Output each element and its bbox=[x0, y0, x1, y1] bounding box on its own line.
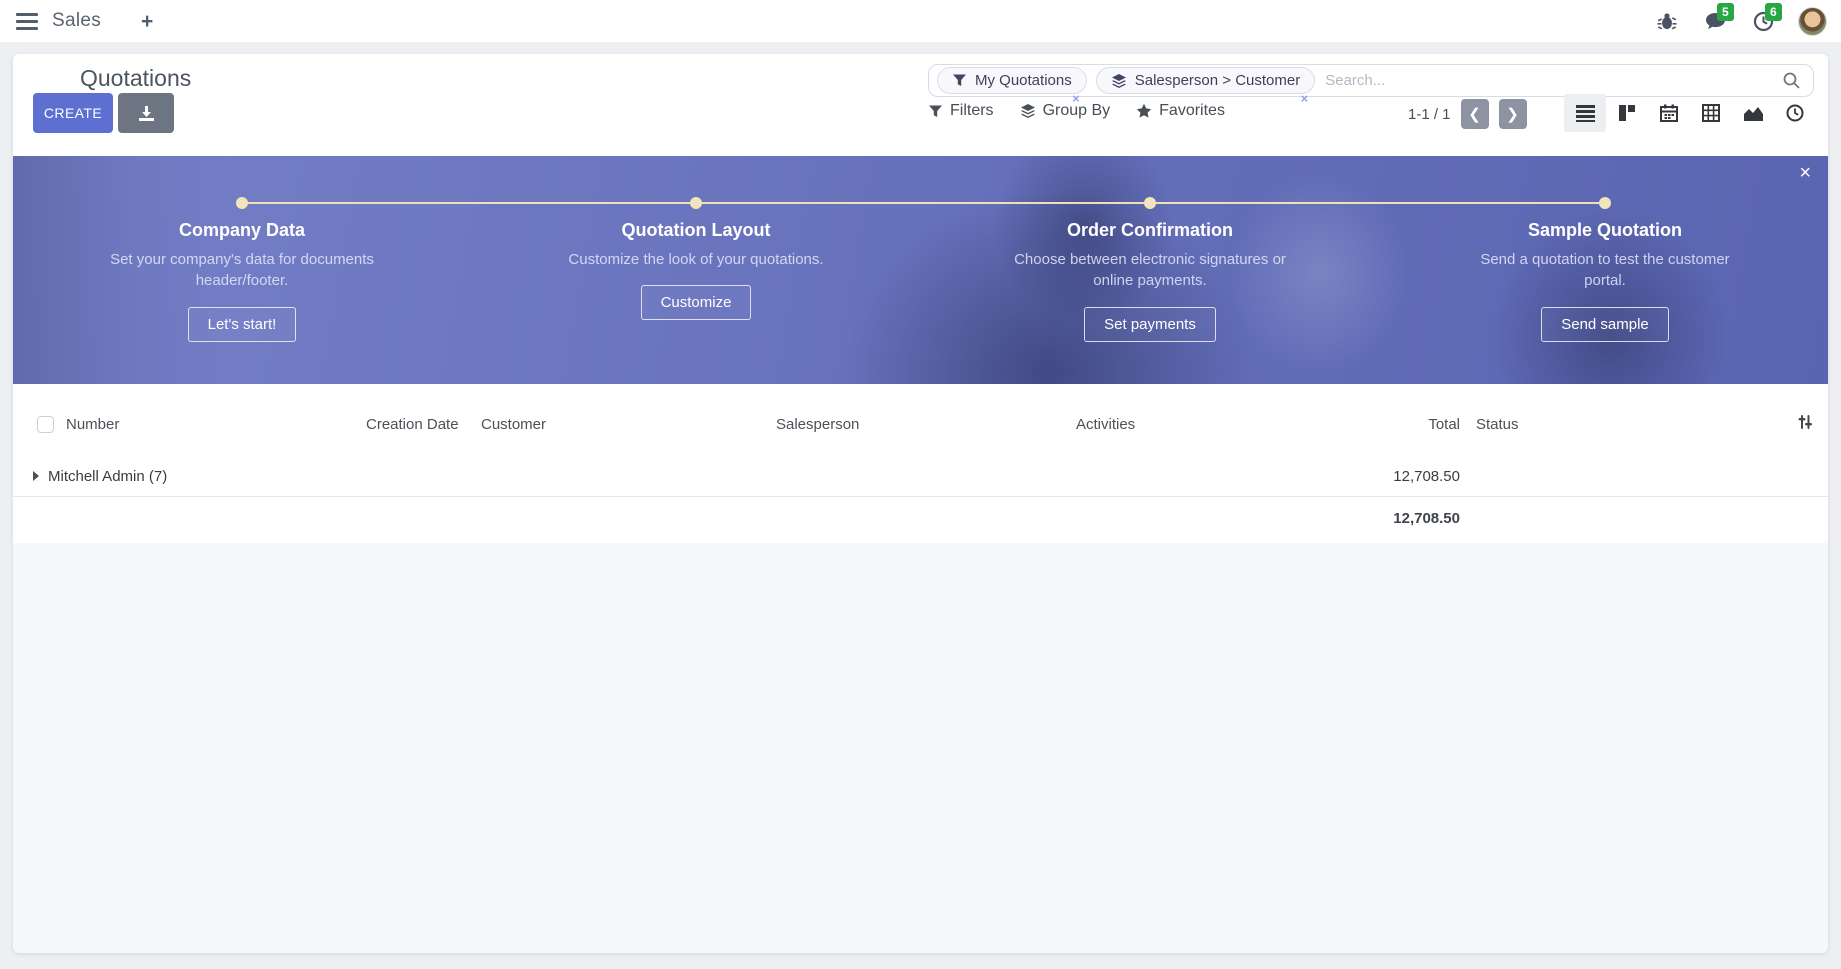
activities-badge: 6 bbox=[1765, 3, 1782, 21]
pager-next-button[interactable]: ❯ bbox=[1499, 99, 1527, 129]
step-description: Send a quotation to test the customer po… bbox=[1463, 249, 1748, 292]
magnifier-icon[interactable] bbox=[1782, 71, 1801, 90]
footer-total: 12,708.50 bbox=[1308, 497, 1468, 544]
messages-icon[interactable]: 5 bbox=[1702, 8, 1728, 34]
optional-columns-button[interactable] bbox=[1788, 384, 1828, 458]
activities-clock-icon[interactable]: 6 bbox=[1750, 8, 1776, 34]
step-description: Set your company's data for documents he… bbox=[100, 249, 385, 292]
group-by-menu-button[interactable]: Group By bbox=[1020, 102, 1111, 120]
table-footer-row: 12,708.50 bbox=[13, 497, 1828, 544]
graph-view-button[interactable] bbox=[1732, 94, 1774, 132]
debug-bug-icon[interactable] bbox=[1654, 8, 1680, 34]
filters-menu-button[interactable]: Filters bbox=[928, 102, 994, 120]
column-header-customer[interactable]: Customer bbox=[473, 384, 768, 458]
view-switcher bbox=[1564, 94, 1816, 132]
timeline-dot bbox=[236, 197, 248, 209]
group-by-label: Group By bbox=[1043, 102, 1111, 120]
facet-remove-icon[interactable]: × bbox=[1301, 91, 1309, 106]
facet-label: My Quotations bbox=[975, 72, 1072, 89]
activity-view-icon bbox=[1786, 104, 1804, 122]
timeline-dot bbox=[690, 197, 702, 209]
column-header-total[interactable]: Total bbox=[1308, 384, 1468, 458]
onboarding-step-company-data: Company Data Set your company's data for… bbox=[77, 220, 407, 342]
star-icon bbox=[1136, 103, 1152, 119]
group-row-mitchell-admin[interactable]: Mitchell Admin (7) 12,708.50 bbox=[13, 458, 1828, 497]
customize-button[interactable]: Customize bbox=[641, 285, 752, 320]
timeline-dot bbox=[1144, 197, 1156, 209]
list-view-icon bbox=[1576, 105, 1595, 122]
calendar-view-button[interactable] bbox=[1648, 94, 1690, 132]
quotations-list: Number Creation Date Customer Salesperso… bbox=[13, 384, 1828, 543]
timeline-dot bbox=[1599, 197, 1611, 209]
pager-previous-button[interactable]: ❮ bbox=[1461, 99, 1489, 129]
list-view-button[interactable] bbox=[1564, 94, 1606, 132]
app-name[interactable]: Sales bbox=[52, 10, 101, 32]
onboarding-banner: Company Data Set your company's data for… bbox=[13, 156, 1828, 384]
kanban-view-button[interactable] bbox=[1606, 94, 1648, 132]
column-header-salesperson[interactable]: Salesperson bbox=[768, 384, 1068, 458]
add-tab-button[interactable]: + bbox=[141, 11, 153, 32]
action-panel: Quotations CREATE My Quotations × bbox=[13, 54, 1828, 953]
group-label: Mitchell Admin (7) bbox=[48, 468, 167, 485]
step-description: Choose between electronic signatures or … bbox=[1008, 249, 1293, 292]
create-button[interactable]: CREATE bbox=[33, 93, 113, 133]
calendar-view-icon bbox=[1660, 104, 1678, 122]
set-payments-button[interactable]: Set payments bbox=[1084, 307, 1216, 342]
activity-view-button[interactable] bbox=[1774, 94, 1816, 132]
group-total: 12,708.50 bbox=[1308, 458, 1468, 497]
onboarding-step-sample-quotation: Sample Quotation Send a quotation to tes… bbox=[1440, 220, 1770, 342]
search-facet-my-quotations[interactable]: My Quotations × bbox=[937, 67, 1087, 94]
step-title: Company Data bbox=[77, 220, 407, 241]
search-facet-groupby[interactable]: Salesperson > Customer × bbox=[1096, 67, 1316, 94]
messages-badge: 5 bbox=[1717, 3, 1734, 21]
onboarding-step-order-confirmation: Order Confirmation Choose between electr… bbox=[985, 220, 1315, 342]
search-input[interactable] bbox=[1315, 72, 1782, 89]
table-header-row: Number Creation Date Customer Salesperso… bbox=[13, 384, 1828, 458]
facet-label: Salesperson > Customer bbox=[1135, 72, 1301, 89]
onboarding-timeline bbox=[242, 202, 1605, 204]
layers-icon bbox=[1020, 103, 1036, 119]
kanban-view-icon bbox=[1618, 104, 1636, 122]
favorites-menu-button[interactable]: Favorites bbox=[1136, 102, 1225, 120]
user-avatar[interactable] bbox=[1798, 7, 1827, 36]
step-description: Customize the look of your quotations. bbox=[554, 249, 839, 270]
expand-caret-icon bbox=[33, 471, 39, 481]
top-navbar: Sales + 5 6 bbox=[0, 0, 1841, 42]
layers-icon bbox=[1111, 73, 1127, 89]
lets-start-button[interactable]: Let's start! bbox=[188, 307, 297, 342]
step-title: Order Confirmation bbox=[985, 220, 1315, 241]
filter-icon bbox=[952, 73, 967, 88]
step-title: Sample Quotation bbox=[1440, 220, 1770, 241]
send-sample-button[interactable]: Send sample bbox=[1541, 307, 1669, 342]
sliders-icon bbox=[1797, 414, 1813, 430]
pager-range: 1-1 / 1 bbox=[1408, 106, 1451, 123]
onboarding-step-quotation-layout: Quotation Layout Customize the look of y… bbox=[531, 220, 861, 320]
select-all-checkbox[interactable] bbox=[37, 416, 54, 433]
step-title: Quotation Layout bbox=[531, 220, 861, 241]
control-panel: Quotations CREATE My Quotations × bbox=[13, 54, 1828, 156]
filters-label: Filters bbox=[950, 102, 994, 120]
banner-close-icon[interactable]: × bbox=[1799, 163, 1811, 183]
filter-icon bbox=[928, 104, 943, 119]
favorites-label: Favorites bbox=[1159, 102, 1225, 120]
column-header-number[interactable]: Number bbox=[58, 384, 358, 458]
graph-view-icon bbox=[1744, 105, 1763, 121]
pivot-view-button[interactable] bbox=[1690, 94, 1732, 132]
apps-menu-icon[interactable] bbox=[16, 13, 38, 30]
search-bar[interactable]: My Quotations × Salesperson > Customer × bbox=[928, 64, 1814, 97]
column-header-status[interactable]: Status bbox=[1468, 384, 1788, 458]
pivot-view-icon bbox=[1702, 104, 1720, 122]
page-title: Quotations bbox=[80, 65, 191, 92]
column-header-creation-date[interactable]: Creation Date bbox=[358, 384, 473, 458]
download-icon bbox=[138, 105, 155, 122]
export-button[interactable] bbox=[118, 93, 174, 133]
column-header-activities[interactable]: Activities bbox=[1068, 384, 1308, 458]
